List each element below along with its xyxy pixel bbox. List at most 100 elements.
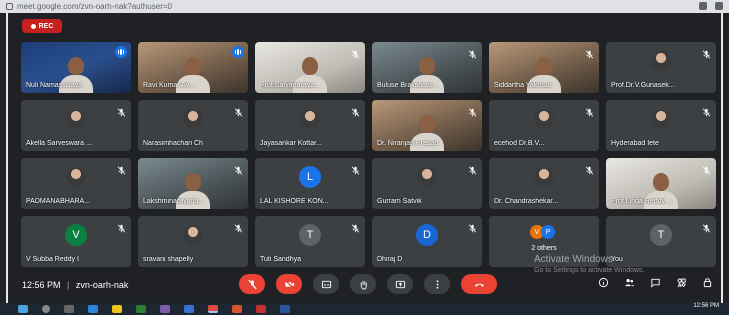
- mic-off-icon: [468, 220, 477, 233]
- hand-icon: [360, 280, 367, 290]
- windows-start-icon[interactable]: [18, 305, 28, 313]
- participant-name: LAL KISHORE KON...: [260, 198, 329, 205]
- search-icon[interactable]: [42, 305, 50, 313]
- participant-name: Gurram Satvik: [377, 198, 422, 205]
- app-icon[interactable]: [160, 305, 170, 313]
- participant-tile[interactable]: Dr. Niranjan Prasad: [372, 100, 482, 151]
- acrobat-icon[interactable]: [256, 305, 266, 313]
- participant-tile[interactable]: Jayasankar Kottar...: [255, 100, 365, 151]
- info-button[interactable]: [597, 276, 609, 288]
- present-button[interactable]: [387, 274, 413, 294]
- participant-tile[interactable]: D Dhiraj D: [372, 216, 482, 267]
- participant-tile[interactable]: Nuli Namassivaya: [21, 42, 131, 93]
- mic-off-icon: [234, 220, 243, 233]
- meeting-toolbar: 12:56 PM | zvn-oarh-nak: [8, 268, 725, 303]
- recording-label: REC: [38, 22, 54, 30]
- mic-off-icon: [351, 162, 360, 175]
- participant-tile[interactable]: Prof Linga Reddy ...: [606, 158, 716, 209]
- mic-off-icon: [351, 46, 360, 59]
- mic-off-icon: [117, 104, 126, 117]
- record-dot-icon: [30, 23, 36, 29]
- participant-tile[interactable]: L LAL KISHORE KON...: [255, 158, 365, 209]
- speaking-indicator-icon: [232, 46, 244, 58]
- participant-tile[interactable]: Prof.Dr.V.Gunasek...: [606, 42, 716, 93]
- hang-up-icon: [474, 283, 484, 287]
- participant-tile[interactable]: Prof.Satyanaraya...: [255, 42, 365, 93]
- participant-avatar: T: [299, 224, 321, 246]
- participant-name: Tuti Sandhya: [260, 256, 301, 263]
- side-panel-controls: [597, 276, 713, 288]
- people-button[interactable]: [623, 276, 635, 288]
- browser-address-bar[interactable]: meet.google.com/zvn-oarh-nak?authuser=0: [0, 0, 729, 13]
- chrome-icon[interactable]: [208, 305, 218, 313]
- url-text[interactable]: meet.google.com/zvn-oarh-nak?authuser=0: [17, 0, 172, 13]
- more-options-button[interactable]: [424, 274, 450, 294]
- participant-name: Akella Sarveswara ...: [26, 140, 92, 147]
- mic-off-icon: [468, 162, 477, 175]
- activities-button[interactable]: [675, 276, 687, 288]
- participant-tile[interactable]: T You: [606, 216, 716, 267]
- task-view-icon[interactable]: [64, 305, 74, 313]
- meeting-time: 12:56 PM: [22, 280, 61, 290]
- speaking-indicator-icon: [115, 46, 127, 58]
- participant-tile[interactable]: V V Subba Reddy I: [21, 216, 131, 267]
- mic-off-icon: [351, 220, 360, 233]
- participant-tile[interactable]: Siddartha YakoSai: [489, 42, 599, 93]
- word-icon[interactable]: [280, 305, 290, 313]
- extension-icon[interactable]: [715, 2, 723, 10]
- participant-avatar: [417, 167, 437, 187]
- participant-tile[interactable]: Gurram Satvik: [372, 158, 482, 209]
- mic-off-icon: [585, 104, 594, 117]
- camera-toggle-button[interactable]: [276, 274, 302, 294]
- participant-name: Prof.Satyanaraya...: [260, 82, 320, 89]
- participant-tile[interactable]: Dr. Chandrashekar...: [489, 158, 599, 209]
- participant-name: Dr. Chandrashekar...: [494, 198, 559, 205]
- participant-avatar: L: [299, 166, 321, 188]
- store-icon[interactable]: [136, 305, 146, 313]
- meeting-code: zvn-oarh-nak: [75, 280, 129, 290]
- participant-tile[interactable]: Buluse Brakshatu...: [372, 42, 482, 93]
- participant-tile[interactable]: ecehod Dr.B.V...: [489, 100, 599, 151]
- participant-avatar: T: [650, 224, 672, 246]
- participant-tile[interactable]: sravani shapelly: [138, 216, 248, 267]
- mic-toggle-button[interactable]: [239, 274, 265, 294]
- present-screen-icon: [395, 280, 405, 288]
- system-tray[interactable]: 12:56 PM: [693, 303, 719, 309]
- captions-icon: [321, 280, 331, 288]
- mic-off-icon: [702, 104, 711, 117]
- participant-avatar-group: VP: [530, 225, 558, 239]
- lock-person-icon: [703, 277, 711, 287]
- participant-name: Ravi Kumar Av...: [143, 82, 195, 89]
- edge-browser-icon[interactable]: [88, 305, 98, 313]
- camera-off-icon: [283, 278, 295, 290]
- taskbar-clock-time: 12:56 PM: [693, 303, 719, 309]
- host-controls-button[interactable]: [701, 276, 713, 288]
- participant-name: Prof.Dr.V.Gunasek...: [611, 82, 675, 89]
- mic-off-icon: [702, 162, 711, 175]
- participant-tile[interactable]: Lakshminarayana...: [138, 158, 248, 209]
- chat-button[interactable]: [649, 276, 661, 288]
- participant-name: Buluse Brakshatu...: [377, 82, 438, 89]
- participant-tile[interactable]: Narasimhachari Ch: [138, 100, 248, 151]
- participant-tile[interactable]: Akella Sarveswara ...: [21, 100, 131, 151]
- more-vert-icon: [436, 279, 438, 289]
- participant-name: sravani shapelly: [143, 256, 194, 263]
- participant-avatar: V: [65, 224, 87, 246]
- mail-icon[interactable]: [184, 305, 194, 313]
- participant-name: Dhiraj D: [377, 256, 403, 263]
- file-explorer-icon[interactable]: [112, 305, 122, 313]
- powerpoint-icon[interactable]: [232, 305, 242, 313]
- camera-indicator-icon[interactable]: [699, 2, 707, 10]
- mic-off-icon: [585, 162, 594, 175]
- recording-badge: REC: [22, 19, 62, 33]
- meeting-info: 12:56 PM | zvn-oarh-nak: [22, 280, 129, 290]
- participant-tile[interactable]: PADMANABHARA...: [21, 158, 131, 209]
- leave-call-button[interactable]: [461, 274, 497, 294]
- raise-hand-button[interactable]: [350, 274, 376, 294]
- participant-avatar: D: [416, 224, 438, 246]
- participant-tile[interactable]: Ravi Kumar Av...: [138, 42, 248, 93]
- participant-tile[interactable]: Hyderabad Iete: [606, 100, 716, 151]
- captions-button[interactable]: [313, 274, 339, 294]
- call-controls: [239, 274, 497, 294]
- participant-tile[interactable]: T Tuti Sandhya: [255, 216, 365, 267]
